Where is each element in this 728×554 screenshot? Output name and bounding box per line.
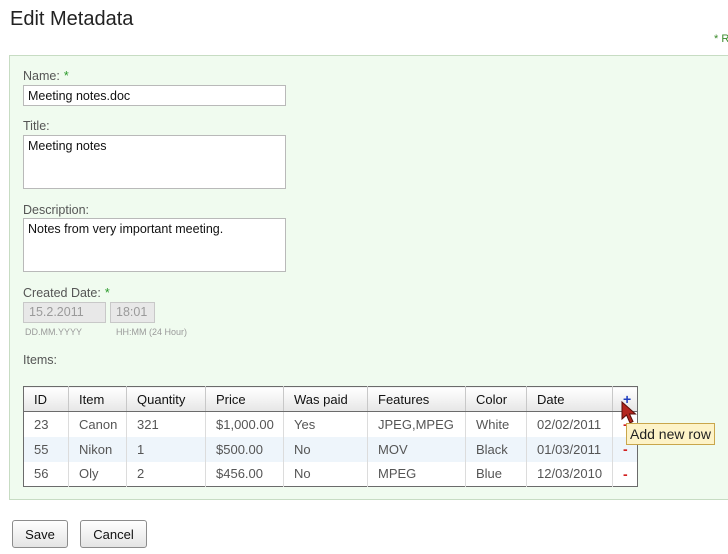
- cell-item[interactable]: Nikon: [68, 436, 127, 462]
- column-header-was-paid: Was paid: [283, 386, 368, 412]
- required-fields-note: * R: [714, 33, 728, 45]
- column-header-color: Color: [465, 386, 527, 412]
- items-label: Items:: [23, 353, 58, 367]
- cell-id[interactable]: 23: [23, 411, 69, 437]
- items-table: ID Item Quantity Price Was paid Features…: [23, 386, 638, 487]
- cell-quantity[interactable]: 321: [126, 411, 206, 437]
- save-button[interactable]: Save: [12, 520, 68, 548]
- cell-quantity[interactable]: 2: [126, 461, 206, 487]
- cell-item[interactable]: Oly: [68, 461, 127, 487]
- cell-features[interactable]: JPEG,MPEG: [367, 411, 466, 437]
- column-header-features: Features: [367, 386, 466, 412]
- name-label-text: Name:: [23, 69, 60, 83]
- cell-date[interactable]: 02/02/2011: [526, 411, 613, 437]
- name-required-marker: *: [63, 69, 69, 83]
- cell-was-paid[interactable]: No: [283, 461, 368, 487]
- cell-color[interactable]: White: [465, 411, 527, 437]
- description-label: Description:: [23, 203, 89, 217]
- cell-color[interactable]: Black: [465, 436, 527, 462]
- remove-row-cell: -: [613, 462, 638, 487]
- cell-price[interactable]: $456.00: [205, 461, 284, 487]
- cell-id[interactable]: 56: [23, 461, 69, 487]
- table-row: 56 Oly 2 $456.00 No MPEG Blue 12/03/2010…: [23, 461, 638, 487]
- created-date-label-text: Created Date:: [23, 286, 101, 300]
- name-label: Name: *: [23, 69, 69, 83]
- cell-price[interactable]: $1,000.00: [205, 411, 284, 437]
- cell-item[interactable]: Canon: [68, 411, 127, 437]
- cancel-button[interactable]: Cancel: [80, 520, 147, 548]
- items-table-header-row: ID Item Quantity Price Was paid Features…: [23, 386, 638, 412]
- cell-price[interactable]: $500.00: [205, 436, 284, 462]
- page-title: Edit Metadata: [10, 8, 134, 30]
- cell-features[interactable]: MOV: [367, 436, 466, 462]
- cell-id[interactable]: 55: [23, 436, 69, 462]
- name-input[interactable]: Meeting notes.doc: [23, 85, 286, 106]
- cell-features[interactable]: MPEG: [367, 461, 466, 487]
- cell-date[interactable]: 01/03/2011: [526, 436, 613, 462]
- time-format-hint: HH:MM (24 Hour): [116, 327, 188, 337]
- description-input[interactable]: Notes from very important meeting.: [23, 218, 286, 272]
- date-format-hint: DD.MM.YYYY: [25, 327, 83, 337]
- created-date-input: 15.2.2011: [23, 302, 106, 323]
- created-date-required-marker: *: [104, 286, 110, 300]
- column-header-item: Item: [68, 386, 127, 412]
- cell-was-paid[interactable]: Yes: [283, 411, 368, 437]
- title-label: Title:: [23, 119, 50, 133]
- created-date-label: Created Date: *: [23, 286, 110, 300]
- cell-date[interactable]: 12/03/2010: [526, 461, 613, 487]
- minus-icon[interactable]: -: [623, 466, 628, 482]
- column-header-date: Date: [526, 386, 613, 412]
- cell-color[interactable]: Blue: [465, 461, 527, 487]
- created-time-input: 18:01: [110, 302, 155, 323]
- cell-was-paid[interactable]: No: [283, 436, 368, 462]
- cell-quantity[interactable]: 1: [126, 436, 206, 462]
- add-row-tooltip: Add new row: [626, 423, 715, 445]
- title-input[interactable]: Meeting notes: [23, 135, 286, 189]
- column-header-quantity: Quantity: [126, 386, 206, 412]
- column-header-id: ID: [23, 386, 69, 412]
- table-row: 55 Nikon 1 $500.00 No MOV Black 01/03/20…: [23, 436, 638, 462]
- table-row: 23 Canon 321 $1,000.00 Yes JPEG,MPEG Whi…: [23, 411, 638, 437]
- column-header-price: Price: [205, 386, 284, 412]
